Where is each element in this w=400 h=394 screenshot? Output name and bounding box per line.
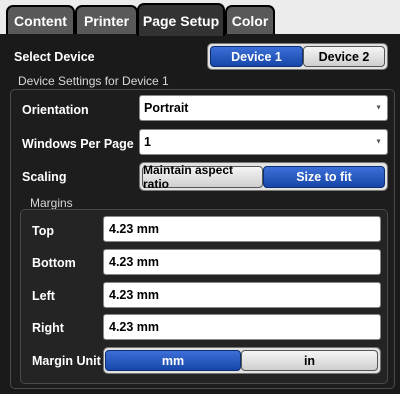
bottom-margin-field[interactable]: 4.23 mm bbox=[103, 249, 381, 275]
right-margin-field[interactable]: 4.23 mm bbox=[103, 314, 381, 340]
maintain-aspect-ratio-button[interactable]: Maintain aspect ratio bbox=[142, 163, 263, 191]
tab-content[interactable]: Content bbox=[6, 5, 75, 34]
left-margin-label: Left bbox=[32, 289, 55, 303]
top-margin-field[interactable]: 4.23 mm bbox=[103, 216, 381, 242]
bottom-margin-label: Bottom bbox=[32, 256, 76, 270]
tab-bar: Content Printer Page Setup Color bbox=[0, 0, 400, 36]
windows-per-page-select[interactable]: 1 ▼ bbox=[139, 129, 388, 155]
left-margin-field[interactable]: 4.23 mm bbox=[103, 282, 381, 308]
tab-page-setup[interactable]: Page Setup bbox=[137, 3, 225, 36]
tab-color[interactable]: Color bbox=[225, 5, 275, 34]
device-1-button[interactable]: Device 1 bbox=[210, 46, 303, 67]
select-device-label: Select Device bbox=[14, 50, 95, 64]
windows-per-page-value: 1 bbox=[144, 135, 151, 149]
unit-mm-button[interactable]: mm bbox=[105, 350, 241, 371]
chevron-down-icon: ▼ bbox=[375, 104, 382, 112]
right-margin-label: Right bbox=[32, 321, 64, 335]
orientation-value: Portrait bbox=[144, 101, 189, 115]
top-margin-label: Top bbox=[32, 224, 54, 238]
margins-title: Margins bbox=[30, 196, 73, 210]
unit-in-button[interactable]: in bbox=[241, 350, 378, 371]
windows-per-page-label: Windows Per Page bbox=[22, 137, 134, 151]
orientation-select[interactable]: Portrait ▼ bbox=[139, 95, 388, 121]
device-2-button[interactable]: Device 2 bbox=[303, 46, 385, 67]
device-settings-title: Device Settings for Device 1 bbox=[18, 74, 169, 88]
scaling-label: Scaling bbox=[22, 170, 67, 184]
margin-unit-label: Margin Unit bbox=[32, 354, 101, 368]
tab-printer[interactable]: Printer bbox=[75, 5, 138, 34]
orientation-label: Orientation bbox=[22, 103, 89, 117]
size-to-fit-button[interactable]: Size to fit bbox=[263, 166, 385, 188]
chevron-down-icon: ▼ bbox=[375, 138, 382, 146]
